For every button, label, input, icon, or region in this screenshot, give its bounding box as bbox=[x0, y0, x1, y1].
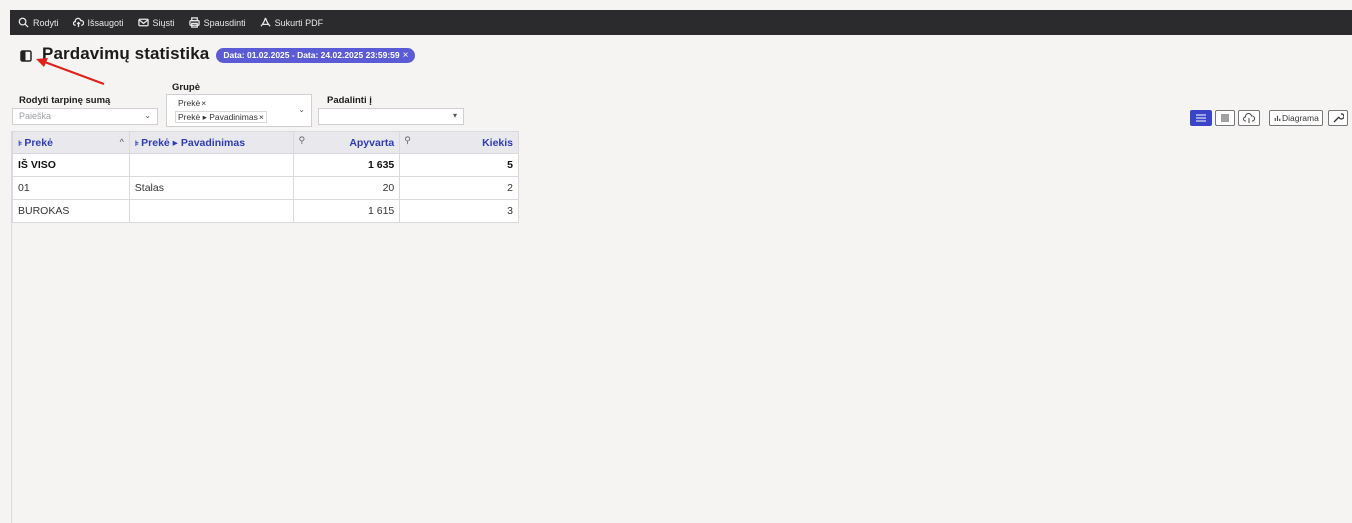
group-tag: Prekė× bbox=[175, 97, 210, 109]
chevron-down-icon: ⌄ bbox=[144, 111, 151, 120]
side-panel-icon[interactable] bbox=[20, 49, 32, 62]
wrench-icon[interactable]: ⚲ bbox=[404, 135, 411, 146]
split-by-select[interactable]: ▾ bbox=[318, 108, 464, 125]
column-header-label: Kiekis bbox=[482, 136, 513, 149]
item-name bbox=[128, 199, 295, 223]
column-header-preke[interactable]: ⊧ Prekė ^ bbox=[12, 131, 130, 154]
item-name: Stalas bbox=[128, 176, 295, 200]
group-multiselect[interactable]: Prekė× Prekė ▸ Pavadinimas× ⌄ bbox=[166, 94, 312, 127]
cloud-upload-icon bbox=[1243, 113, 1255, 123]
view-buttons: Diagrama bbox=[1190, 110, 1348, 126]
column-header-label: Prekė ▸ Pavadinimas bbox=[141, 136, 246, 149]
mail-icon bbox=[137, 18, 149, 27]
wrench-icon bbox=[1333, 113, 1344, 123]
total-kiekis: 5 bbox=[399, 153, 519, 177]
bar-chart-icon bbox=[1274, 115, 1281, 121]
list-icon bbox=[1196, 114, 1206, 122]
print-button[interactable]: Spausdinti bbox=[188, 17, 246, 28]
column-header-kiekis[interactable]: ⚲ Kiekis bbox=[399, 131, 519, 154]
diagram-button[interactable]: Diagrama bbox=[1269, 110, 1323, 126]
item-apyvarta: 20 bbox=[293, 176, 401, 200]
pdf-icon bbox=[260, 17, 271, 27]
group-tag: Prekė ▸ Pavadinimas× bbox=[175, 111, 267, 123]
split-by-label: Padalinti į bbox=[327, 95, 372, 106]
wrench-icon[interactable]: ⚲ bbox=[298, 135, 305, 146]
compact-view-button[interactable] bbox=[1215, 110, 1235, 126]
group-tag-label: Prekė ▸ Pavadinimas bbox=[178, 112, 258, 122]
pin-icon: ⊧ bbox=[134, 138, 140, 148]
total-label: IŠ VISO bbox=[12, 153, 130, 177]
save-button[interactable]: Išsaugoti bbox=[72, 17, 124, 28]
lines-icon bbox=[1221, 114, 1229, 122]
save-button-label: Išsaugoti bbox=[87, 17, 124, 28]
select-arrow-icon: ▾ bbox=[452, 111, 457, 120]
item-apyvarta: 1 615 bbox=[293, 199, 401, 223]
column-header-preke-pavadinimas[interactable]: ⊧ Prekė ▸ Pavadinimas bbox=[128, 131, 295, 154]
sort-up-icon[interactable]: ^ bbox=[120, 137, 124, 147]
item-code-link[interactable]: 01 bbox=[12, 176, 130, 200]
print-button-label: Spausdinti bbox=[203, 17, 246, 28]
table-header-row: ⊧ Prekė ^ ⊧ Prekė ▸ Pavadinimas ⚲ Apyvarta… bbox=[12, 131, 519, 154]
list-view-button[interactable] bbox=[1190, 110, 1212, 126]
table-row: BUROKAS 1 615 3 bbox=[12, 199, 519, 223]
subtotal-select[interactable]: Paieška ⌄ bbox=[12, 108, 158, 125]
search-icon bbox=[18, 17, 29, 28]
create-pdf-button-label: Sukurti PDF bbox=[274, 17, 324, 28]
export-button[interactable] bbox=[1238, 110, 1260, 126]
settings-wrench-button[interactable] bbox=[1327, 110, 1348, 126]
annotation-arrow-icon bbox=[36, 58, 105, 85]
column-header-apyvarta[interactable]: ⚲ Apyvarta bbox=[293, 131, 401, 154]
total-apyvarta: 1 635 bbox=[293, 153, 401, 177]
table-row: 01 Stalas 20 2 bbox=[12, 176, 519, 200]
date-filter-chip[interactable]: Data: 01.02.2025 - Data: 24.02.2025 23:5… bbox=[216, 47, 416, 63]
tag-remove-icon[interactable]: × bbox=[201, 98, 206, 108]
group-tag-label: Prekė bbox=[178, 98, 201, 108]
total-name bbox=[128, 153, 295, 177]
view-button[interactable]: Rodyti bbox=[18, 17, 59, 28]
printer-icon bbox=[188, 17, 200, 28]
item-kiekis: 3 bbox=[399, 199, 519, 223]
send-button[interactable]: Siųsti bbox=[137, 17, 175, 28]
group-label: Grupė bbox=[172, 82, 200, 93]
top-toolbar: Rodyti Išsaugoti Siųsti Spausdinti Sukur… bbox=[10, 10, 1352, 35]
subtotal-label: Rodyti tarpinę sumą bbox=[19, 95, 111, 106]
statistics-table: ⊧ Prekė ^ ⊧ Prekė ▸ Pavadinimas ⚲ Apyvarta… bbox=[12, 131, 519, 223]
date-filter-text: Data: 01.02.2025 - Data: 24.02.2025 23:5… bbox=[223, 50, 400, 60]
item-code-link[interactable]: BUROKAS bbox=[12, 199, 130, 223]
item-kiekis: 2 bbox=[399, 176, 519, 200]
view-button-label: Rodyti bbox=[33, 17, 59, 28]
chevron-down-icon: ⌄ bbox=[298, 105, 305, 114]
tag-remove-icon[interactable]: × bbox=[259, 112, 264, 122]
column-header-label: Prekė bbox=[24, 136, 53, 149]
cloud-upload-icon bbox=[72, 17, 84, 28]
diagram-button-label: Diagrama bbox=[1282, 113, 1319, 123]
send-button-label: Siųsti bbox=[152, 17, 175, 28]
pin-icon: ⊧ bbox=[18, 138, 23, 148]
column-header-label: Apyvarta bbox=[349, 136, 395, 149]
date-filter-remove-icon[interactable]: × bbox=[403, 50, 409, 61]
create-pdf-button[interactable]: Sukurti PDF bbox=[260, 17, 324, 28]
subtotal-search-placeholder: Paieška bbox=[19, 111, 52, 121]
total-row: IŠ VISO 1 635 5 bbox=[12, 153, 519, 177]
